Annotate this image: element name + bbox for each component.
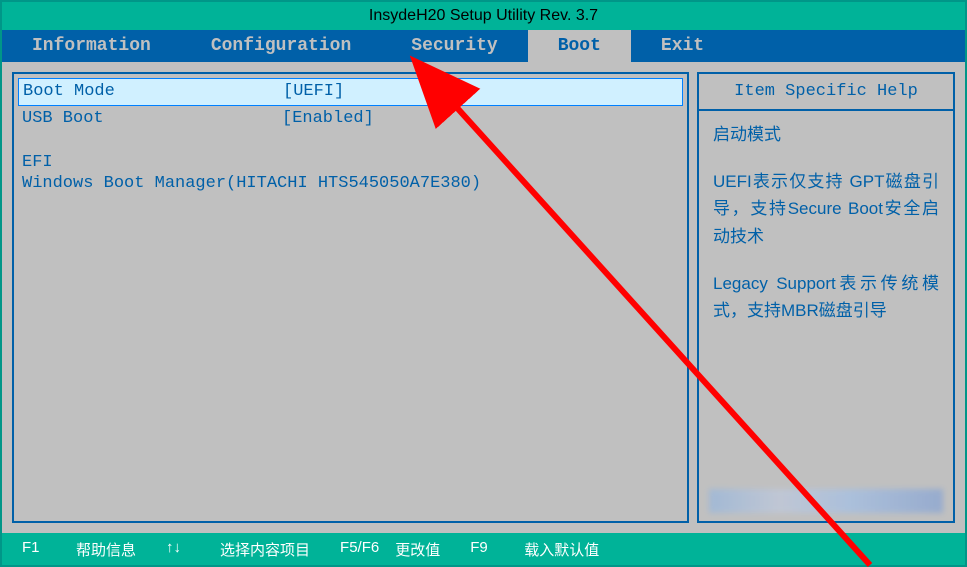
footer-label-change: 更改值 bbox=[395, 539, 440, 560]
footer-select: ↑↓ 选择内容项目 bbox=[166, 539, 310, 560]
help-paragraph-1: 启动模式 bbox=[713, 121, 939, 148]
usb-boot-value: [Enabled] bbox=[282, 107, 679, 131]
boot-entry-windows[interactable]: Windows Boot Manager(HITACHI HTS545050A7… bbox=[18, 173, 683, 194]
content-area: Boot Mode [UEFI] USB Boot [Enabled] EFI … bbox=[2, 62, 965, 533]
footer-help: F1 帮助信息 bbox=[22, 539, 136, 560]
menu-exit[interactable]: Exit bbox=[631, 30, 734, 62]
menu-bar: Information Configuration Security Boot … bbox=[2, 30, 965, 62]
help-body: 启动模式 UEFI表示仅支持 GPT磁盘引导，支持Secure Boot安全启动… bbox=[699, 111, 953, 354]
main-panel: Boot Mode [UEFI] USB Boot [Enabled] EFI … bbox=[12, 72, 689, 523]
boot-mode-label: Boot Mode bbox=[23, 80, 283, 104]
menu-security[interactable]: Security bbox=[381, 30, 527, 62]
help-panel: Item Specific Help 启动模式 UEFI表示仅支持 GPT磁盘引… bbox=[697, 72, 955, 523]
boot-mode-row[interactable]: Boot Mode [UEFI] bbox=[18, 78, 683, 106]
footer-label-defaults: 载入默认值 bbox=[524, 539, 599, 560]
menu-configuration[interactable]: Configuration bbox=[181, 30, 381, 62]
footer-key-f9: F9 bbox=[470, 539, 508, 560]
footer-defaults: F9 载入默认值 bbox=[470, 539, 599, 560]
help-body-wrapper: 启动模式 UEFI表示仅支持 GPT磁盘引导，支持Secure Boot安全启动… bbox=[699, 111, 953, 521]
help-header: Item Specific Help bbox=[699, 74, 953, 111]
boot-mode-value: [UEFI] bbox=[283, 80, 678, 104]
usb-boot-label: USB Boot bbox=[22, 107, 282, 131]
title-bar: InsydeH20 Setup Utility Rev. 3.7 bbox=[2, 2, 965, 30]
menu-boot[interactable]: Boot bbox=[528, 30, 631, 62]
menu-information[interactable]: Information bbox=[2, 30, 181, 62]
footer-key-f5f6: F5/F6 bbox=[340, 539, 379, 560]
footer-key-f1: F1 bbox=[22, 539, 60, 560]
window-title: InsydeH20 Setup Utility Rev. 3.7 bbox=[369, 7, 598, 25]
usb-boot-row[interactable]: USB Boot [Enabled] bbox=[18, 106, 683, 132]
help-paragraph-2: UEFI表示仅支持 GPT磁盘引导，支持Secure Boot安全启动技术 bbox=[713, 168, 939, 250]
blurred-region bbox=[709, 489, 943, 513]
efi-section-label: EFI bbox=[18, 152, 683, 173]
footer-label-help: 帮助信息 bbox=[76, 539, 136, 560]
footer-change: F5/F6 更改值 bbox=[340, 539, 440, 560]
footer-key-arrows: ↑↓ bbox=[166, 539, 204, 560]
footer-bar: F1 帮助信息 ↑↓ 选择内容项目 F5/F6 更改值 F9 载入默认值 bbox=[2, 533, 965, 565]
footer-label-select: 选择内容项目 bbox=[220, 539, 310, 560]
bios-window: InsydeH20 Setup Utility Rev. 3.7 Informa… bbox=[0, 0, 967, 567]
help-paragraph-3: Legacy Support表示传统模式，支持MBR磁盘引导 bbox=[713, 270, 939, 324]
